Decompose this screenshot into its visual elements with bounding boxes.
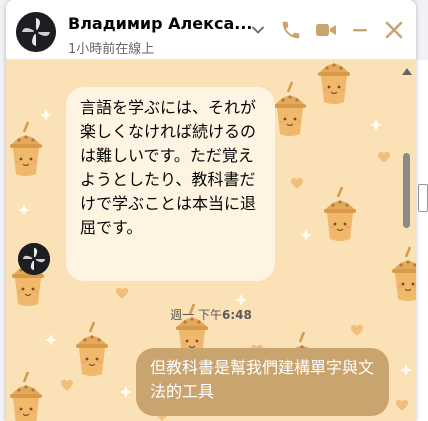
video-icon: [316, 24, 336, 36]
chevron-down-icon[interactable]: [250, 22, 266, 38]
incoming-message-bubble[interactable]: 言語を学ぶには、それが楽しくなければ続けるのは難しいです。ただ覚えようとしたり、…: [66, 87, 275, 281]
chat-window: Владимир Алекса... 1小時前在線上 言語を学ぶには、それが楽し…: [6, 0, 416, 421]
call-button[interactable]: [279, 18, 303, 42]
message-sender-avatar[interactable]: [18, 243, 50, 275]
message-timestamp: 週一 下午6:48: [6, 306, 416, 323]
scroll-up-arrow-icon[interactable]: [402, 68, 412, 75]
outgoing-message-bubble[interactable]: 但教科書是幫我們建構單字與文法的工具: [136, 348, 389, 416]
minimize-icon: [353, 29, 367, 32]
contact-avatar[interactable]: [16, 12, 56, 52]
timestamp-time: 6:48: [221, 308, 252, 322]
timestamp-day: 週一 下午: [170, 308, 222, 322]
minimize-button[interactable]: [348, 18, 372, 42]
contact-status: 1小時前在線上: [68, 42, 155, 57]
background-page-tag: [418, 184, 428, 212]
phone-icon: [282, 21, 300, 39]
scrollbar-thumb[interactable]: [403, 153, 410, 228]
chat-header: Владимир Алекса... 1小時前在線上: [6, 0, 416, 60]
close-icon: [385, 21, 403, 39]
video-call-button[interactable]: [314, 18, 338, 42]
background-page-edge: [414, 60, 428, 421]
contact-name[interactable]: Владимир Алекса...: [68, 14, 252, 33]
pinwheel-avatar-graphic: [18, 243, 50, 275]
pinwheel-avatar-graphic: [16, 12, 56, 52]
close-button[interactable]: [382, 18, 406, 42]
